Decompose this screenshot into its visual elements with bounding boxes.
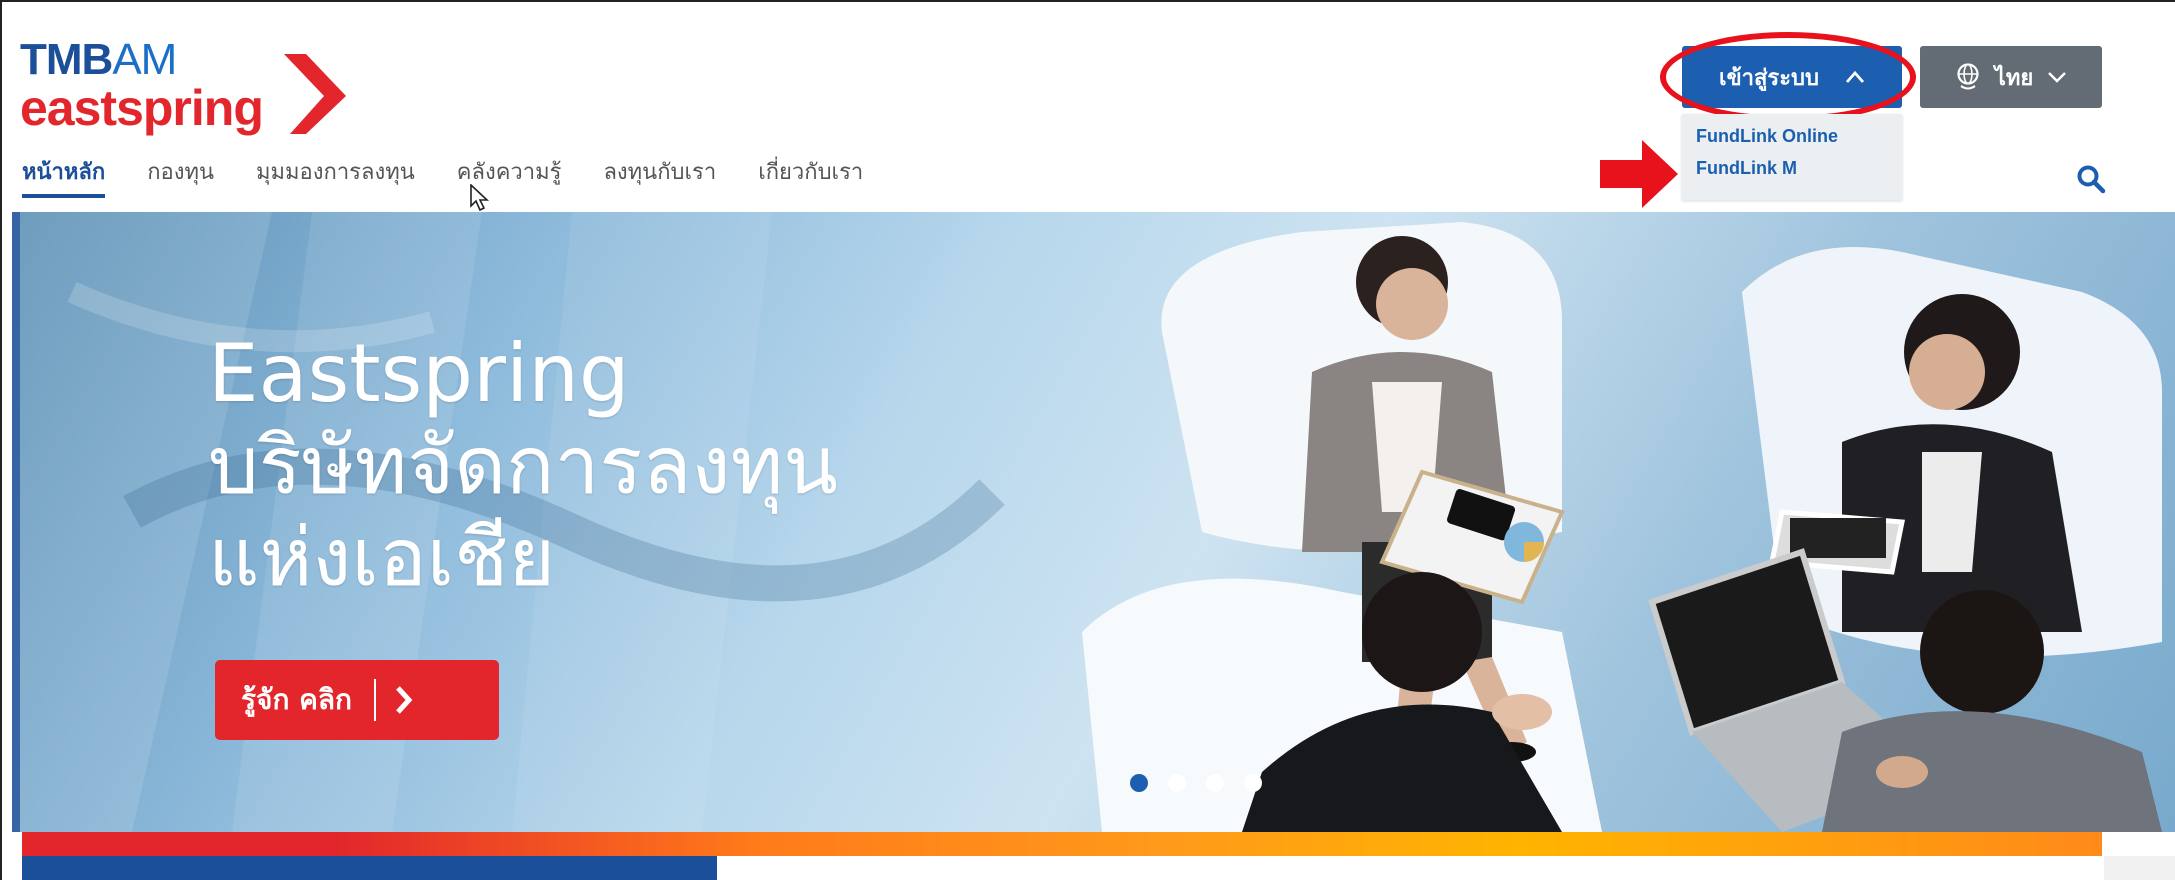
login-button[interactable]: เข้าสู่ระบบ — [1682, 46, 1902, 108]
search-icon[interactable] — [2076, 164, 2106, 194]
nav-item-home[interactable]: หน้าหลัก — [22, 156, 106, 198]
nav-item-investment-views[interactable]: มุมมองการลงทุน — [256, 156, 415, 198]
chevron-up-icon — [1845, 70, 1864, 83]
logo-eastspring: eastspring — [20, 80, 264, 136]
login-dropdown-menu: FundLink Online FundLink M — [1682, 114, 1902, 200]
login-button-label: เข้าสู่ระบบ — [1719, 65, 1819, 91]
carousel-dot-1[interactable] — [1130, 774, 1148, 792]
main-nav: หน้าหลัก กองทุน มุมมองการลงทุน คลังความร… — [22, 156, 905, 198]
nav-item-about-us[interactable]: เกี่ยวกับเรา — [758, 156, 863, 198]
hero-title-line-2: บริษัทจัดการลงทุน — [208, 419, 838, 512]
hero-title-line-3: แห่งเอเชีย — [208, 511, 556, 604]
logo-tmbam-text: TMBAM — [20, 35, 177, 84]
learn-more-label: รู้จัก คลิก — [241, 683, 352, 716]
bottom-scroll-edge — [2104, 856, 2175, 880]
arrow-right-icon — [396, 686, 413, 714]
globe-icon — [1957, 63, 1979, 90]
language-label: ไทย — [1994, 65, 2034, 91]
carousel-dot-2[interactable] — [1168, 774, 1186, 792]
cta-divider — [374, 679, 376, 721]
menu-item-fundlink-online[interactable]: FundLink Online — [1696, 126, 1838, 147]
chevron-down-icon — [2048, 72, 2067, 83]
nav-item-funds[interactable]: กองทุน — [147, 156, 214, 198]
logo-tmb: TMB — [20, 35, 113, 84]
window-border-left — [0, 0, 2, 880]
language-selector[interactable]: ไทย — [1920, 46, 2102, 108]
hero-photo-people — [1082, 222, 2162, 832]
hero-title-line-1: Eastspring — [208, 327, 630, 420]
logo-chevron-icon — [284, 54, 346, 134]
window-border-top — [0, 0, 2175, 2]
decorative-color-stripe — [22, 832, 2102, 856]
mouse-cursor-icon — [470, 184, 490, 212]
carousel-dot-4[interactable] — [1244, 774, 1262, 792]
menu-item-fundlink-m[interactable]: FundLink M — [1696, 158, 1797, 179]
annotation-arrow-icon — [1600, 140, 1678, 208]
nav-item-invest-with-us[interactable]: ลงทุนกับเรา — [603, 156, 716, 198]
bottom-blue-panel — [22, 856, 717, 880]
learn-more-button[interactable]: รู้จัก คลิก — [215, 660, 499, 740]
logo-am: AM — [112, 35, 177, 84]
tmbam-eastspring-logo[interactable]: TMBAM eastspring — [20, 38, 350, 138]
carousel-dots — [1130, 774, 1262, 792]
carousel-dot-3[interactable] — [1206, 774, 1224, 792]
hero-title: Eastspring บริษัทจัดการลงทุน แห่งเอเชีย — [208, 328, 838, 604]
hero-banner: Eastspring บริษัทจัดการลงทุน แห่งเอเชีย … — [12, 212, 2175, 832]
